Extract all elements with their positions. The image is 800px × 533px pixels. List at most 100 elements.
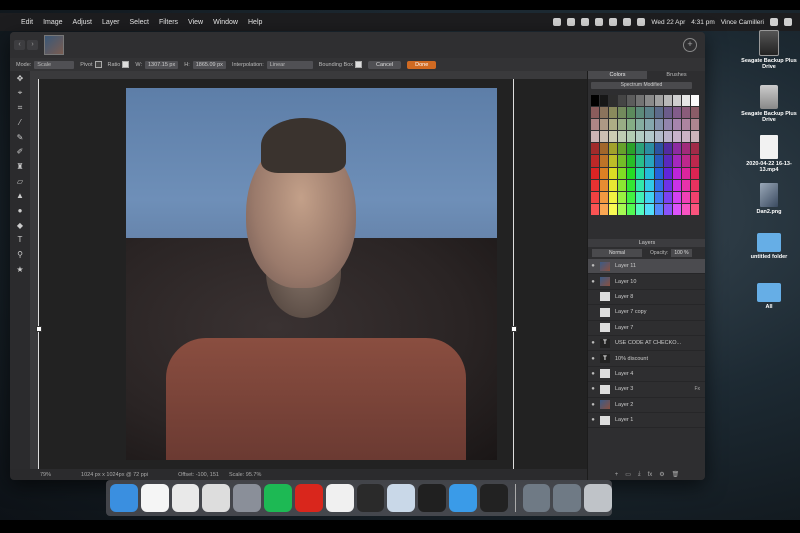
color-swatch[interactable] xyxy=(663,191,672,203)
color-swatch[interactable] xyxy=(609,95,618,107)
folder-icon[interactable] xyxy=(757,233,781,252)
menubar-user[interactable]: Vince Camilleri xyxy=(721,19,764,26)
menu-image[interactable]: Image xyxy=(38,19,67,26)
control-center-icon[interactable] xyxy=(784,18,792,26)
color-swatch[interactable] xyxy=(672,191,681,203)
add-layer-icon[interactable]: + xyxy=(615,472,619,478)
status-app-icon[interactable] xyxy=(595,18,604,26)
downloads-stack-icon[interactable] xyxy=(522,484,551,512)
color-swatch[interactable] xyxy=(618,191,627,203)
color-swatch[interactable] xyxy=(618,95,627,107)
color-swatch[interactable] xyxy=(645,95,654,107)
disk-utility-icon[interactable] xyxy=(202,484,231,512)
color-swatch[interactable] xyxy=(681,107,690,119)
preview-icon[interactable] xyxy=(387,484,416,512)
color-swatch[interactable] xyxy=(627,107,636,119)
color-swatch[interactable] xyxy=(654,155,663,167)
spotify-icon[interactable] xyxy=(264,484,292,512)
finder-icon[interactable] xyxy=(110,484,138,512)
color-swatch[interactable] xyxy=(600,155,609,167)
color-swatch[interactable] xyxy=(654,203,663,215)
color-swatch[interactable] xyxy=(609,203,618,215)
file-icon[interactable] xyxy=(760,135,778,159)
acrobat-icon[interactable] xyxy=(294,484,323,512)
pencil-tool-icon[interactable]: ✐ xyxy=(10,144,30,159)
folder-icon[interactable] xyxy=(757,283,781,302)
color-swatch[interactable] xyxy=(672,95,681,107)
interpolation-select[interactable]: Linear xyxy=(266,60,313,69)
merge-icon[interactable]: ⤓ xyxy=(638,471,641,478)
eyedropper-tool-icon[interactable]: ⁄ xyxy=(10,115,30,130)
menu-window[interactable]: Window xyxy=(208,19,243,26)
color-swatch[interactable] xyxy=(627,203,636,215)
eraser-tool-icon[interactable]: ▱ xyxy=(10,174,30,189)
color-swatch[interactable] xyxy=(690,191,699,203)
desktop-item[interactable]: Seagate Backup Plus Drive xyxy=(739,30,799,70)
color-swatch[interactable] xyxy=(681,203,690,215)
color-swatch[interactable] xyxy=(681,143,690,155)
brush-tool-icon[interactable]: ✎ xyxy=(10,130,30,145)
color-swatch[interactable] xyxy=(591,119,600,131)
color-swatch[interactable] xyxy=(591,143,600,155)
visibility-eye-icon[interactable]: ● xyxy=(588,371,598,377)
color-swatch[interactable] xyxy=(600,95,609,107)
color-swatch[interactable] xyxy=(645,107,654,119)
affinity-photo-icon[interactable] xyxy=(356,484,385,512)
color-swatch[interactable] xyxy=(672,131,681,143)
color-swatch[interactable] xyxy=(654,95,663,107)
zoom-tool-icon[interactable]: ⚲ xyxy=(10,247,30,262)
color-swatch[interactable] xyxy=(636,143,645,155)
color-swatch[interactable] xyxy=(618,179,627,191)
desktop-item[interactable]: All xyxy=(739,283,799,310)
color-swatch[interactable] xyxy=(591,167,600,179)
obs-icon[interactable] xyxy=(479,484,508,512)
color-swatch[interactable] xyxy=(663,143,672,155)
color-swatch[interactable] xyxy=(645,191,654,203)
smudge-tool-icon[interactable]: ● xyxy=(10,203,30,218)
layer-row[interactable]: ● T USE CODE AT CHECKO... xyxy=(588,336,705,352)
color-swatch[interactable] xyxy=(663,119,672,131)
bounding-box-checkbox[interactable] xyxy=(355,61,362,68)
menu-layer[interactable]: Layer xyxy=(97,19,125,26)
menu-select[interactable]: Select xyxy=(125,19,154,26)
color-swatch[interactable] xyxy=(609,131,618,143)
color-swatch[interactable] xyxy=(609,191,618,203)
color-swatch[interactable] xyxy=(645,179,654,191)
color-swatch[interactable] xyxy=(681,191,690,203)
color-swatch[interactable] xyxy=(654,107,663,119)
chrome-icon[interactable] xyxy=(171,484,200,512)
height-field[interactable]: 1865.09 px xyxy=(192,60,226,69)
back-button[interactable]: ‹ xyxy=(14,40,25,50)
color-swatch[interactable] xyxy=(591,107,600,119)
color-swatch[interactable] xyxy=(627,191,636,203)
color-swatch[interactable] xyxy=(681,167,690,179)
itunes-icon[interactable] xyxy=(325,484,354,512)
color-swatch[interactable] xyxy=(654,119,663,131)
layer-row[interactable]: ● Layer 4 xyxy=(588,367,705,383)
color-swatch[interactable] xyxy=(654,191,663,203)
color-swatch[interactable] xyxy=(636,107,645,119)
battery-icon[interactable] xyxy=(637,18,646,26)
canvas-image[interactable] xyxy=(126,88,497,460)
color-swatch[interactable] xyxy=(690,179,699,191)
color-swatch[interactable] xyxy=(672,167,681,179)
safari-icon[interactable] xyxy=(448,484,477,512)
color-swatch[interactable] xyxy=(672,107,681,119)
transform-edge-left[interactable] xyxy=(38,79,39,469)
pivot-checkbox[interactable] xyxy=(94,61,102,68)
layer-row[interactable]: ● Layer 3 Fx xyxy=(588,382,705,398)
trash-icon[interactable]: 🗑 xyxy=(672,471,680,478)
color-swatch[interactable] xyxy=(663,107,672,119)
tab-colors[interactable]: Colors xyxy=(588,71,647,79)
color-swatch[interactable] xyxy=(636,155,645,167)
color-swatch[interactable] xyxy=(663,155,672,167)
layer-row[interactable]: ● Layer 11 xyxy=(588,259,705,275)
color-swatch[interactable] xyxy=(681,179,690,191)
photos-icon[interactable] xyxy=(140,484,169,512)
color-swatch[interactable] xyxy=(609,107,618,119)
color-swatch[interactable] xyxy=(654,179,663,191)
color-swatch[interactable] xyxy=(600,107,609,119)
color-swatch[interactable] xyxy=(609,155,618,167)
color-swatch[interactable] xyxy=(609,119,618,131)
color-swatch[interactable] xyxy=(690,203,699,215)
